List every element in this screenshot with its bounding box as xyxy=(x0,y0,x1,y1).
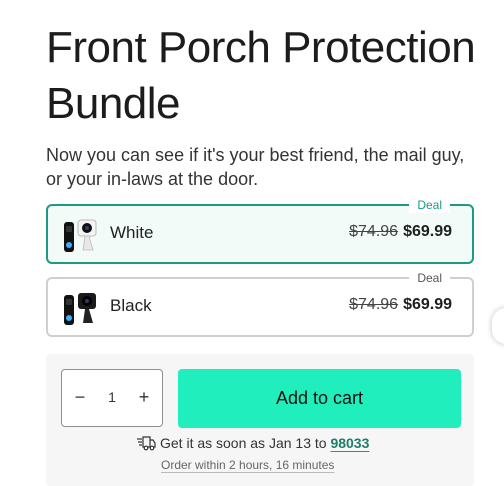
quantity-stepper[interactable]: − 1 + xyxy=(61,369,163,427)
carousel-next-button[interactable] xyxy=(492,308,504,344)
original-price: $74.96 xyxy=(349,223,399,240)
order-cutoff-text: Order within 2 hours, 16 minutes xyxy=(161,458,335,472)
delivery-truck-icon xyxy=(137,436,156,451)
variant-price: $74.96 $69.99 xyxy=(349,296,452,314)
original-price: $74.96 xyxy=(349,296,399,313)
shipping-estimate: Get it as soon as Jan 13 to 98033 xyxy=(136,435,369,451)
sale-price: $69.99 xyxy=(403,296,452,313)
quantity-value[interactable]: 1 xyxy=(102,389,122,405)
variant-name: White xyxy=(110,223,154,242)
zip-code-link[interactable]: 98033 xyxy=(330,435,369,451)
add-to-cart-button[interactable]: Add to cart xyxy=(178,369,461,428)
sale-price: $69.99 xyxy=(403,223,452,240)
black-bundle-thumbnail xyxy=(64,293,96,325)
variant-name: Black xyxy=(110,296,152,315)
white-bundle-thumbnail xyxy=(64,219,97,252)
increase-quantity-button[interactable]: + xyxy=(134,387,154,408)
variant-price: $74.96 $69.99 xyxy=(349,223,452,241)
deal-badge: Deal xyxy=(409,197,450,213)
decrease-quantity-button[interactable]: − xyxy=(70,387,90,408)
delivery-date-text: Get it as soon as Jan 13 to xyxy=(160,435,327,451)
product-title: Front Porch Protection Bundle xyxy=(46,23,476,128)
variant-option-white[interactable]: Deal White $74.96 $69.99 xyxy=(46,197,474,264)
deal-badge: Deal xyxy=(409,270,450,286)
variant-option-black[interactable]: Deal Black $74.96 $69.99 xyxy=(46,270,474,337)
product-subtitle: Now you can see if it's your best friend… xyxy=(46,145,465,189)
